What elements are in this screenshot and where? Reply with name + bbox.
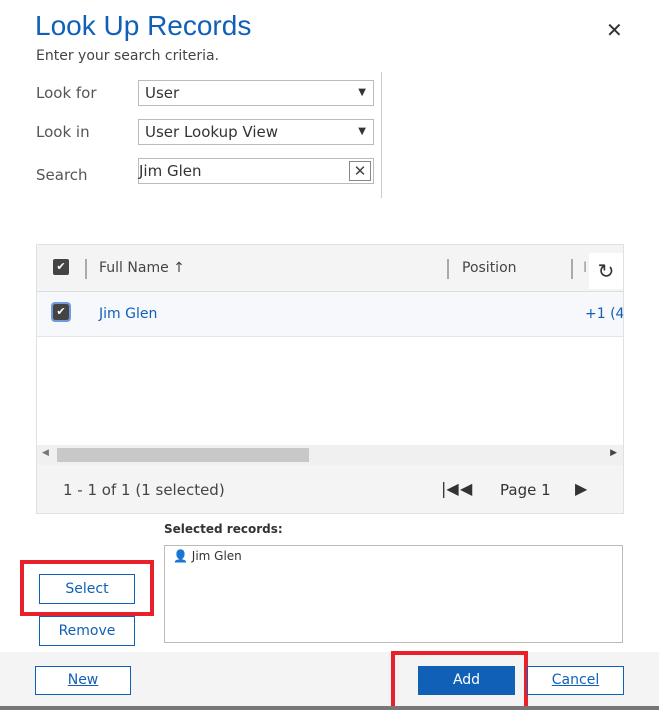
cancel-button[interactable]: Cancel	[527, 666, 624, 695]
search-input[interactable]: Jim Glen ✕	[138, 158, 374, 184]
column-separator	[447, 259, 449, 279]
search-label: Search	[36, 166, 88, 184]
divider	[381, 72, 382, 198]
remove-button[interactable]: Remove	[39, 616, 135, 646]
horizontal-scrollbar[interactable]: ◀ ▶	[37, 445, 623, 465]
look-for-select[interactable]: User ▼	[138, 80, 374, 106]
grid-footer: 1 - 1 of 1 (1 selected) |◀ ◀ Page 1 ▶	[37, 465, 623, 513]
look-for-label: Look for	[36, 84, 97, 102]
search-value: Jim Glen	[139, 162, 202, 180]
column-label: Full Name	[99, 260, 169, 276]
close-icon[interactable]: ✕	[606, 18, 623, 42]
selected-records-label: Selected records:	[164, 522, 283, 536]
row-full-name[interactable]: Jim Glen	[99, 306, 157, 322]
bottom-border	[0, 706, 659, 710]
scroll-right-icon[interactable]: ▶	[610, 448, 617, 458]
grid-header: ✔ Full Name ↑ Position I ↻	[37, 245, 623, 292]
selected-records-list: 👤 Jim Glen	[164, 545, 623, 643]
dialog-subtitle: Enter your search criteria.	[36, 48, 220, 64]
column-partial[interactable]: I	[583, 260, 587, 276]
refresh-icon[interactable]: ↻	[589, 253, 623, 289]
record-count: 1 - 1 of 1 (1 selected)	[63, 481, 225, 499]
new-button[interactable]: New	[35, 666, 131, 695]
selected-record-item[interactable]: 👤 Jim Glen	[173, 549, 242, 563]
column-separator	[85, 259, 87, 279]
look-in-label: Look in	[36, 123, 90, 141]
dropdown-arrow-icon: ▼	[358, 126, 366, 137]
clear-search-icon[interactable]: ✕	[349, 161, 371, 181]
next-page-icon[interactable]: ▶	[575, 479, 587, 498]
page-number: Page 1	[500, 481, 551, 499]
dialog-title: Look Up Records	[35, 10, 252, 41]
add-button[interactable]: Add	[418, 666, 515, 695]
column-full-name[interactable]: Full Name ↑	[99, 260, 185, 276]
user-icon: 👤	[173, 549, 188, 563]
look-for-value: User	[145, 84, 180, 102]
scrollbar-thumb[interactable]	[57, 448, 309, 462]
results-grid: ✔ Full Name ↑ Position I ↻ ✔ Jim Glen +1…	[36, 244, 624, 514]
look-in-value: User Lookup View	[145, 123, 279, 141]
look-in-select[interactable]: User Lookup View ▼	[138, 119, 374, 145]
first-page-icon[interactable]: |◀	[441, 479, 459, 498]
table-row[interactable]: ✔ Jim Glen +1 (4:	[37, 292, 623, 337]
column-position[interactable]: Position	[462, 260, 517, 276]
column-separator	[571, 259, 573, 279]
select-all-checkbox[interactable]: ✔	[53, 259, 69, 275]
sort-ascending-icon: ↑	[173, 260, 185, 276]
scroll-left-icon[interactable]: ◀	[42, 448, 49, 458]
dropdown-arrow-icon: ▼	[358, 87, 366, 98]
select-button[interactable]: Select	[39, 574, 135, 604]
row-phone: +1 (4:	[585, 306, 623, 322]
row-checkbox[interactable]: ✔	[51, 302, 71, 322]
selected-record-name: Jim Glen	[191, 549, 242, 563]
previous-page-icon[interactable]: ◀	[460, 479, 472, 498]
